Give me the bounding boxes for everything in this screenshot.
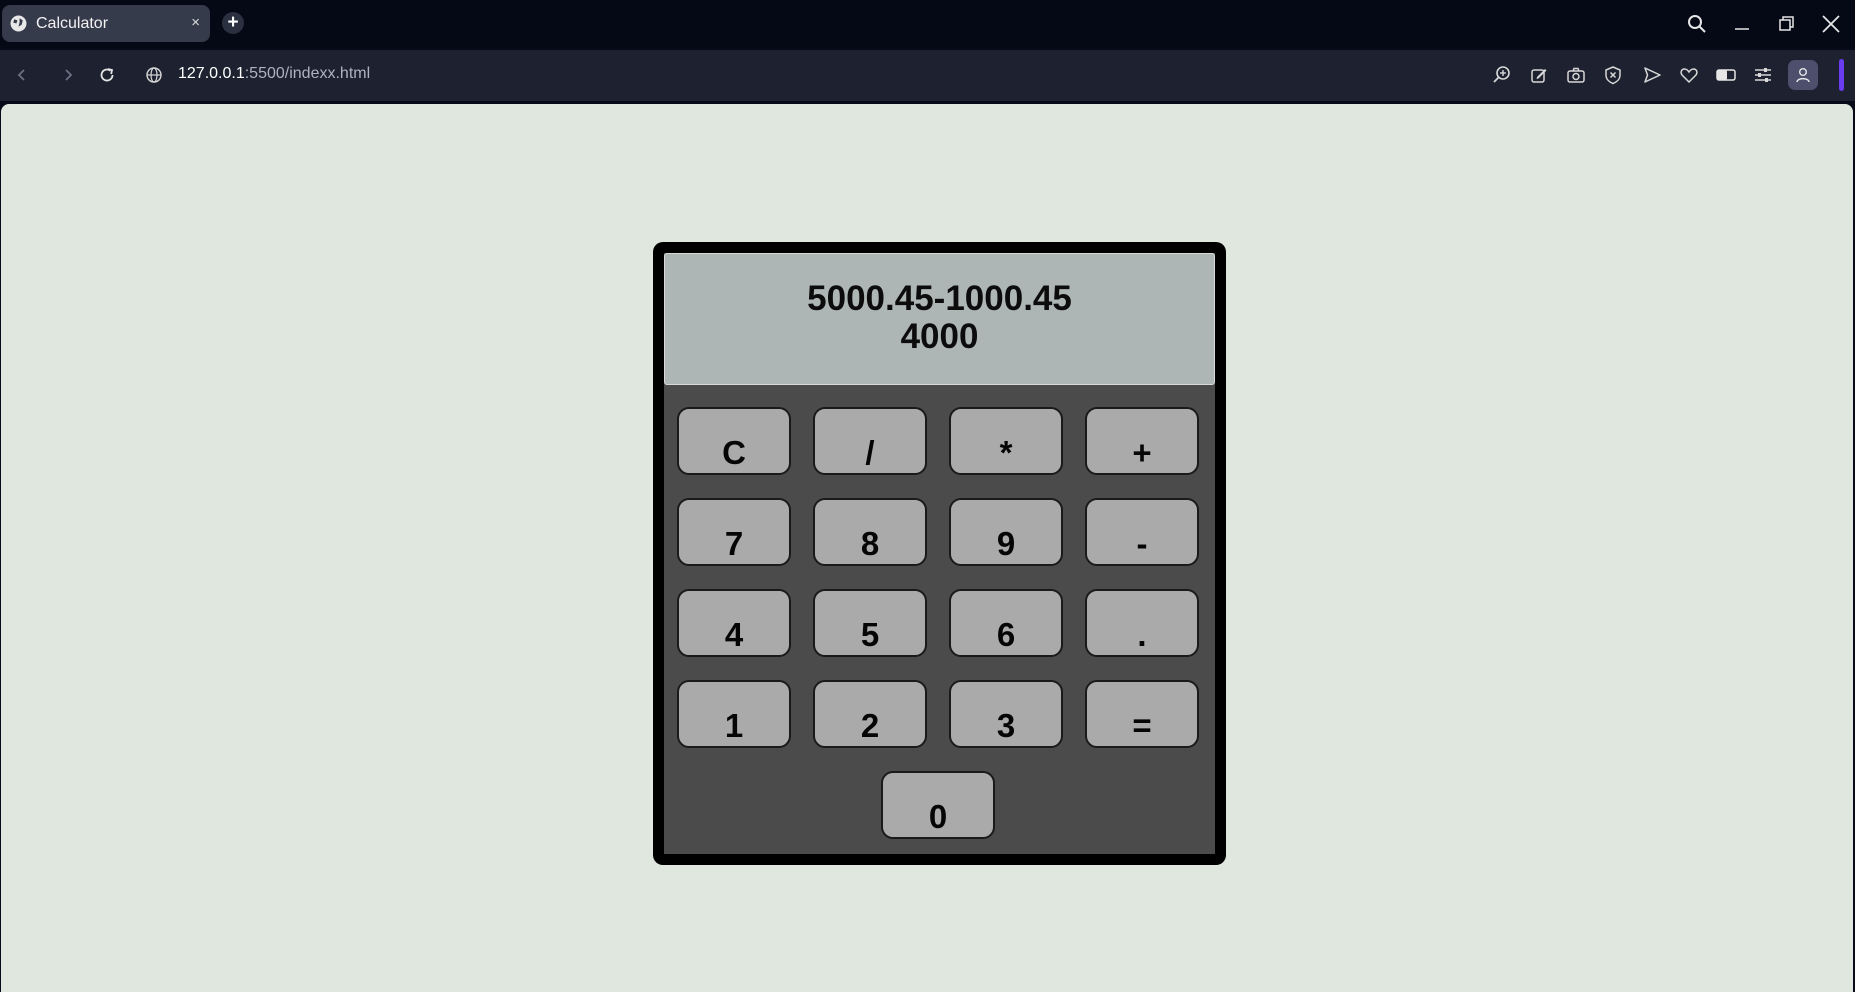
url-host: 127.0.0.1 [178,65,245,82]
digit-4-button[interactable]: 4 [677,589,791,657]
forward-icon[interactable] [55,62,81,88]
heart-icon[interactable] [1677,63,1701,87]
calculator-display: 5000.45-1000.45 4000 [664,253,1215,385]
equals-button[interactable]: = [1085,680,1199,748]
digit-1-button[interactable]: 1 [677,680,791,748]
minimize-icon[interactable] [1728,10,1756,38]
calculator-body: 5000.45-1000.45 4000 C / * + 7 8 9 - 4 5… [664,253,1215,854]
digit-5-button[interactable]: 5 [813,589,927,657]
globe-icon [10,15,27,32]
add-button[interactable]: + [1085,407,1199,475]
browser-toolbar: 127.0.0.1:5500/indexx.html [0,50,1855,101]
shield-icon[interactable] [1601,63,1625,87]
new-tab-button[interactable]: + [222,12,244,34]
url-path: :5500/indexx.html [244,65,371,82]
send-icon[interactable] [1640,63,1664,87]
close-icon[interactable] [1817,10,1845,38]
digit-6-button[interactable]: 6 [949,589,1063,657]
divide-button[interactable]: / [813,407,927,475]
digit-7-button[interactable]: 7 [677,498,791,566]
search-icon[interactable] [1683,10,1711,38]
expression-text: 5000.45-1000.45 [807,279,1072,318]
tab-title: Calculator [36,14,109,32]
sidebar-toggle[interactable] [1839,59,1844,91]
subtract-button[interactable]: - [1085,498,1199,566]
restore-icon[interactable] [1773,10,1801,38]
decimal-button[interactable]: . [1085,589,1199,657]
digit-9-button[interactable]: 9 [949,498,1063,566]
profile-icon[interactable] [1788,60,1818,90]
reload-icon[interactable] [94,62,120,88]
page-viewport: 5000.45-1000.45 4000 C / * + 7 8 9 - 4 5… [1,104,1853,992]
calculator: 5000.45-1000.45 4000 C / * + 7 8 9 - 4 5… [653,242,1226,865]
zoom-icon[interactable] [1490,63,1514,87]
browser-tab[interactable]: Calculator × [2,5,210,42]
digit-0-button[interactable]: 0 [881,771,995,839]
toggle-icon[interactable] [1714,63,1738,87]
tab-close-button[interactable]: × [191,14,200,31]
clear-button[interactable]: C [677,407,791,475]
result-text: 4000 [900,317,979,356]
tab-strip: Calculator × + [0,0,1855,48]
edit-icon[interactable] [1527,63,1551,87]
digit-3-button[interactable]: 3 [949,680,1063,748]
back-icon[interactable] [9,62,35,88]
camera-icon[interactable] [1564,63,1588,87]
multiply-button[interactable]: * [949,407,1063,475]
digit-2-button[interactable]: 2 [813,680,927,748]
sliders-icon[interactable] [1751,63,1775,87]
address-bar[interactable]: 127.0.0.1:5500/indexx.html [178,65,370,83]
digit-8-button[interactable]: 8 [813,498,927,566]
site-info-icon[interactable] [141,62,167,88]
